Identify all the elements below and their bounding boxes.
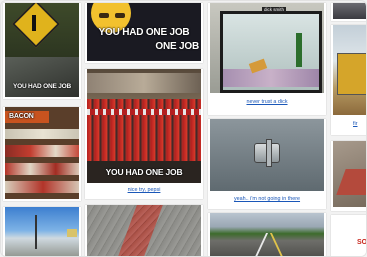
meme-line-1: YOU HAD ONE JOB	[98, 27, 190, 38]
meme-line-2: ONE JOB	[155, 41, 199, 52]
card-brick-path[interactable]	[85, 205, 203, 256]
partial-image[interactable]	[333, 25, 366, 115]
door-lock-image[interactable]	[210, 119, 324, 191]
card-road-sky[interactable]	[3, 207, 81, 256]
card-partial-right-bottom-image[interactable]	[331, 141, 366, 211]
card-road-sign[interactable]: YOU HAD ONE JOB	[3, 3, 81, 99]
card-caption-link[interactable]: fir	[353, 121, 366, 127]
highway-image[interactable]	[210, 213, 324, 256]
road-sky-image[interactable]	[5, 207, 79, 256]
card-you-had-one-job-emoji[interactable]: YOU HAD ONE JOB ONE JOB	[85, 3, 203, 63]
meme-gallery-grid: YOU HAD ONE JOB BACON YOU HAD ONE JOB ON…	[0, 0, 367, 257]
bacon-sign: BACON	[9, 113, 34, 120]
aquarium-image[interactable]: dick smith	[210, 3, 324, 93]
meme-caption-text: YOU HAD ONE JOB	[12, 83, 72, 90]
card-caption-link[interactable]: nice try, pepsi	[85, 187, 203, 193]
card-caption-link[interactable]: yeah.. i'm not going in there	[208, 196, 326, 202]
card-highway[interactable]	[208, 213, 326, 256]
card-caption-link[interactable]: never trust a dick	[208, 99, 326, 105]
card-aquarium[interactable]: dick smith never trust a dick	[208, 3, 326, 115]
pepsi-display-image[interactable]: YOU HAD ONE JOB	[87, 69, 201, 183]
brick-path-image[interactable]	[87, 205, 201, 256]
card-door-lock[interactable]: yeah.. i'm not going in there	[208, 119, 326, 209]
partial-image[interactable]	[333, 3, 366, 19]
card-partial-right-mid[interactable]: fir	[331, 25, 366, 135]
card-bacon-shelf[interactable]: BACON	[3, 107, 81, 201]
partial-image[interactable]: SO	[333, 215, 367, 256]
road-sign-image[interactable]: YOU HAD ONE JOB	[5, 3, 79, 97]
card-pepsi-display[interactable]: YOU HAD ONE JOB nice try, pepsi	[85, 69, 203, 199]
meme-caption-text: YOU HAD ONE JOB	[105, 167, 183, 177]
emoji-meme-image[interactable]: YOU HAD ONE JOB ONE JOB	[87, 3, 201, 61]
bacon-shelf-image[interactable]: BACON	[5, 107, 79, 199]
partial-image[interactable]	[333, 141, 366, 207]
partial-text: SO	[357, 239, 367, 246]
card-partial-right-top[interactable]	[331, 3, 366, 21]
card-partial-right-bottom[interactable]: SO	[331, 215, 367, 256]
tank-label: dick smith	[262, 7, 287, 12]
